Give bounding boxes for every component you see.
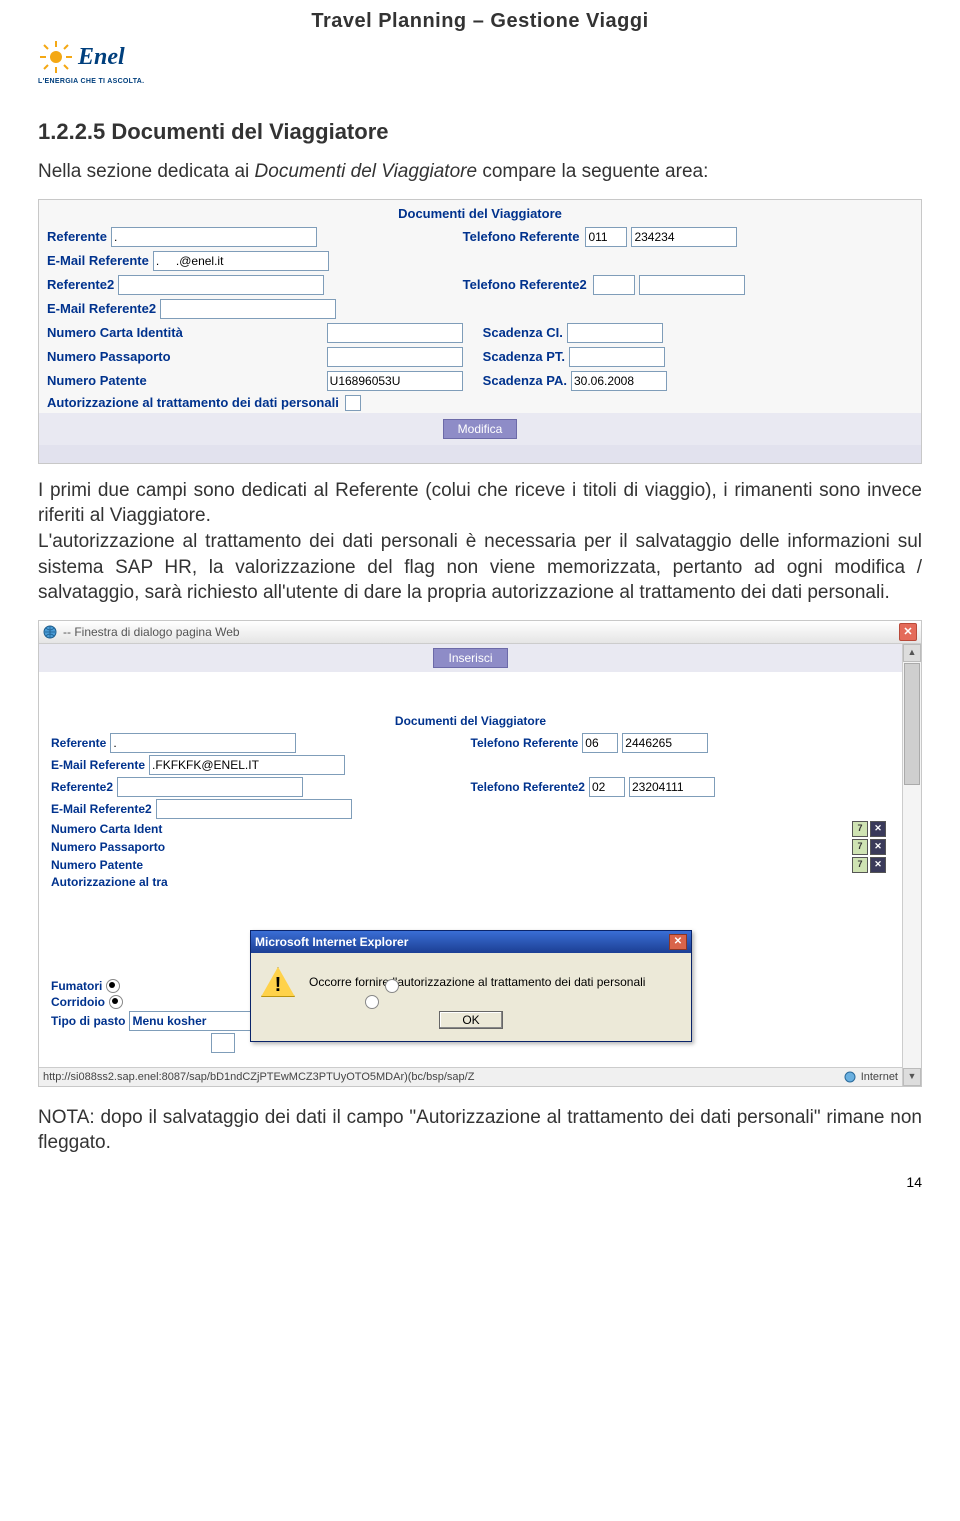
msgbox: Microsoft Internet Explorer ✕ ! Occorre … (250, 930, 692, 1042)
d-label-npass: Numero Passaporto (51, 840, 165, 854)
label-auth: Autorizzazione al trattamento dei dati p… (47, 395, 339, 410)
calendar-icon[interactable]: 7 (852, 839, 868, 855)
sci-input[interactable] (567, 323, 663, 343)
form-title: Documenti del Viaggiatore (39, 200, 921, 225)
nci-input[interactable] (327, 323, 463, 343)
d-label-ref2: Referente2 (51, 780, 113, 794)
label-scadenza-pt: Scadenza PT. (483, 349, 565, 364)
logo-tagline: L'ENERGIA CHE TI ASCOLTA. (38, 78, 960, 85)
label-referente: Referente (47, 229, 107, 244)
label-scadenza-ci: Scadenza CI. (483, 325, 563, 340)
radio-finestrino[interactable] (365, 995, 379, 1009)
email-ref2-input[interactable] (160, 299, 336, 319)
d-tel-num[interactable] (622, 733, 708, 753)
d-tel2-num[interactable] (629, 777, 715, 797)
page-header: Travel Planning – Gestione Viaggi Enel L… (0, 0, 960, 85)
msgbox-close-button[interactable]: ✕ (669, 934, 687, 950)
intro-paragraph: Nella sezione dedicata ai Documenti del … (38, 159, 922, 185)
label-email-ref: E-Mail Referente (47, 253, 149, 268)
auth-checkbox[interactable] (345, 395, 361, 411)
label-npass: Numero Passaporto (47, 349, 171, 364)
npass-input[interactable] (327, 347, 463, 367)
logo: Enel L'ENERGIA CHE TI ASCOLTA. (38, 38, 960, 85)
label-corridoio: Corridoio (51, 995, 105, 1009)
clear-icon[interactable]: ✕ (870, 839, 886, 855)
status-url: http://si088ss2.sap.enel:8087/sap/bD1ndC… (43, 1071, 474, 1083)
d-tel-pref[interactable] (582, 733, 618, 753)
radio-fumatori[interactable] (106, 979, 120, 993)
body-paragraph: I primi due campi sono dedicati al Refer… (38, 478, 922, 606)
spt-input[interactable] (569, 347, 665, 367)
label-tipopasto: Tipo di pasto (51, 1014, 125, 1028)
status-bar: http://si088ss2.sap.enel:8087/sap/bD1ndC… (39, 1067, 902, 1086)
radio-nonfumatori[interactable] (385, 979, 399, 993)
label-tel-ref2: Telefono Referente2 (463, 277, 587, 292)
scroll-up-button[interactable]: ▲ (903, 644, 921, 662)
page-number: 14 (0, 1156, 960, 1210)
d-label-telref: Telefono Referente (471, 736, 579, 750)
d-email-input[interactable] (149, 755, 345, 775)
doc-title: Travel Planning – Gestione Viaggi (0, 10, 960, 33)
label-npat: Numero Patente (47, 373, 147, 388)
d-label-emailref: E-Mail Referente (51, 758, 145, 772)
npat-input[interactable] (327, 371, 463, 391)
tel-number-input[interactable] (631, 227, 737, 247)
section-heading: 1.2.2.5 Documenti del Viaggiatore (38, 119, 922, 145)
label-referente2: Referente2 (47, 277, 114, 292)
label-fumatori: Fumatori (51, 979, 102, 993)
d-label-auth: Autorizzazione al tra (51, 875, 168, 889)
enel-logo-icon: Enel (38, 38, 148, 76)
ok-button[interactable]: OK (439, 1011, 502, 1029)
label-email-ref2: E-Mail Referente2 (47, 301, 156, 316)
warning-icon: ! (261, 967, 295, 997)
referente2-input[interactable] (118, 275, 324, 295)
modifica-button[interactable]: Modifica (443, 419, 518, 439)
msgbox-text: Occorre fornire l'autorizzazione al trat… (309, 975, 645, 989)
label-tel-ref: Telefono Referente (463, 229, 580, 244)
d-tel2-pref[interactable] (589, 777, 625, 797)
dialog-close-button[interactable]: ✕ (899, 623, 917, 641)
dialog-title-text: -- Finestra di dialogo pagina Web (63, 625, 240, 639)
d-label-email2: E-Mail Referente2 (51, 802, 152, 816)
label-nci: Numero Carta Identità (47, 325, 183, 340)
calendar-icon[interactable]: 7 (852, 821, 868, 837)
dialog-titlebar: -- Finestra di dialogo pagina Web ✕ (39, 621, 921, 644)
d-referente-input[interactable] (110, 733, 296, 753)
clear-icon[interactable]: ✕ (870, 821, 886, 837)
label-scadenza-pa: Scadenza PA. (483, 373, 567, 388)
d-ref2-input[interactable] (117, 777, 303, 797)
referente-input[interactable] (111, 227, 317, 247)
web-dialog: -- Finestra di dialogo pagina Web ✕ Inse… (38, 620, 922, 1087)
radio-corridoio[interactable] (109, 995, 123, 1009)
form-footer-bar (39, 445, 921, 463)
tel-prefix-input[interactable] (585, 227, 627, 247)
d-label-npat: Numero Patente (51, 858, 143, 872)
d-label-referente: Referente (51, 736, 106, 750)
clear-icon[interactable]: ✕ (870, 857, 886, 873)
email-ref-input[interactable] (153, 251, 329, 271)
svg-text:Enel: Enel (77, 44, 125, 70)
d-label-nci: Numero Carta Ident (51, 822, 162, 836)
scrollbar[interactable]: ▲ ▼ (902, 644, 921, 1086)
msgbox-title-text: Microsoft Internet Explorer (255, 935, 408, 949)
nota-paragraph: NOTA: dopo il salvataggio dei dati il ca… (38, 1105, 922, 1156)
internet-zone-icon (843, 1070, 857, 1084)
d-label-telref2: Telefono Referente2 (471, 780, 585, 794)
documenti-form-panel: Documenti del Viaggiatore Referente Tele… (38, 199, 922, 464)
tel2-prefix-input[interactable] (593, 275, 635, 295)
status-zone: Internet (861, 1071, 898, 1083)
tel2-number-input[interactable] (639, 275, 745, 295)
globe-icon (43, 625, 57, 639)
scroll-thumb[interactable] (904, 663, 920, 785)
scroll-down-button[interactable]: ▼ (903, 1068, 921, 1086)
calendar-icon[interactable]: 7 (852, 857, 868, 873)
small-select[interactable] (211, 1033, 235, 1053)
inner-form-title: Documenti del Viaggiatore (45, 710, 896, 732)
inserisci-button[interactable]: Inserisci (433, 648, 507, 668)
d-email2-input[interactable] (156, 799, 352, 819)
spa-input[interactable] (571, 371, 667, 391)
msgbox-titlebar: Microsoft Internet Explorer ✕ (251, 931, 691, 953)
